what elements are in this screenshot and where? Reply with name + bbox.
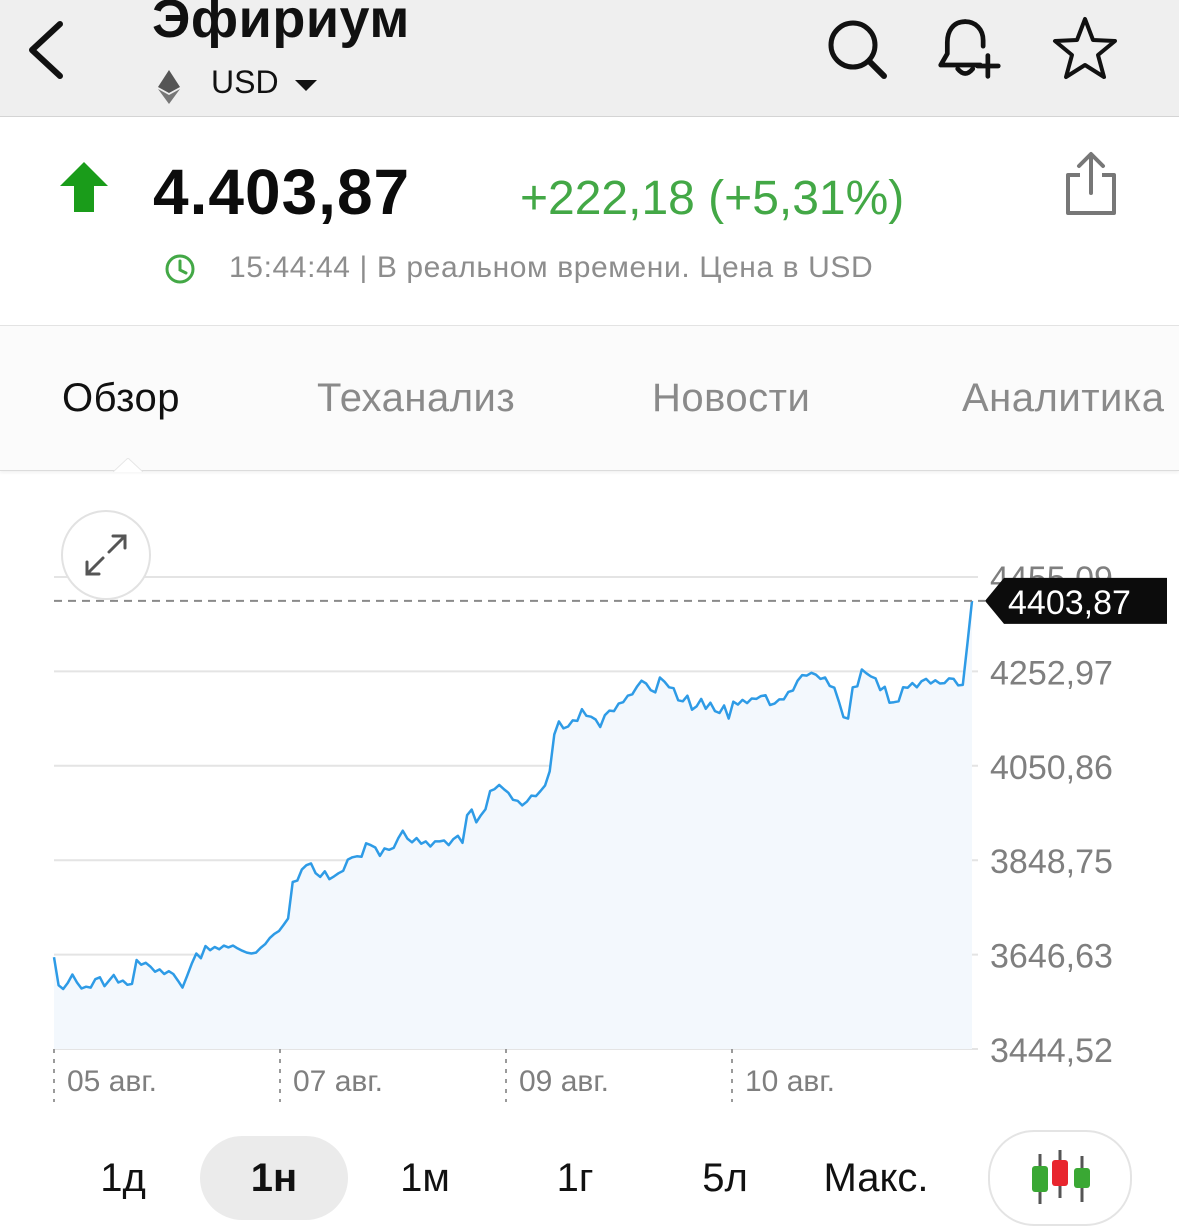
quote-time: 15:44:44 [229,251,351,284]
star-icon[interactable] [1052,16,1118,82]
current-price-label: 4403,87 [1008,584,1131,622]
period-selector: 1д 1н 1м 1г 5л Макс. [0,1124,1179,1226]
tab-analytics[interactable]: Аналитика [962,376,1165,421]
share-icon[interactable] [1062,151,1120,217]
chevron-down-icon[interactable] [295,80,317,92]
y-tick-label: 4252,97 [990,654,1113,692]
current-price: 4.403,87 [153,156,411,228]
period-1m[interactable]: 1м [362,1136,488,1220]
x-tick-label: 10 авг. [745,1065,835,1098]
ethereum-icon [158,70,180,104]
search-icon[interactable] [823,16,889,82]
y-tick-label: 3848,75 [990,843,1113,881]
tab-news[interactable]: Новости [652,376,810,421]
x-tick-label: 05 авг. [67,1065,157,1098]
section-tabs: Обзор Теханализ Новости Аналитика [0,326,1179,471]
realtime-status: 15:44:44 | В реальном времени. Цена в US… [229,251,873,285]
price-chart-area: 4455,094252,974050,863848,753646,633444,… [0,472,1179,1112]
clock-icon [165,254,195,284]
period-1y[interactable]: 1г [512,1136,638,1220]
currency-selector[interactable]: USD [211,64,279,101]
quote-status: | В реальном времени. Цена в USD [359,251,874,284]
active-tab-pointer [113,458,143,472]
period-5y[interactable]: 5л [662,1136,788,1220]
y-tick-label: 3646,63 [990,938,1113,976]
quote-panel: 4.403,87 +222,18 (+5,31%) 15:44:44 | В р… [0,117,1179,326]
price-chart[interactable]: 4455,094252,974050,863848,753646,633444,… [0,472,1179,1112]
period-1w[interactable]: 1н [200,1136,348,1220]
top-bar: Эфириум USD [0,0,1179,117]
series-area [54,600,972,1049]
price-change: +222,18 (+5,31%) [520,172,905,225]
arrow-up-icon [60,162,108,212]
x-tick-label: 07 авг. [293,1065,383,1098]
period-max[interactable]: Макс. [800,1136,952,1220]
chart-type-button[interactable] [988,1130,1132,1226]
expand-icon [85,534,127,576]
tab-tech-analysis[interactable]: Теханализ [317,376,515,421]
asset-title: Эфириум [152,0,410,49]
bell-plus-icon[interactable] [936,16,1002,82]
y-tick-label: 4050,86 [990,749,1113,787]
period-1d[interactable]: 1д [60,1136,186,1220]
expand-chart-button[interactable] [61,510,151,600]
x-tick-label: 09 авг. [519,1065,609,1098]
candlestick-icon [1032,1150,1090,1204]
back-icon[interactable] [22,18,72,82]
y-tick-label: 3444,52 [990,1032,1113,1070]
tab-overview[interactable]: Обзор [62,376,180,421]
